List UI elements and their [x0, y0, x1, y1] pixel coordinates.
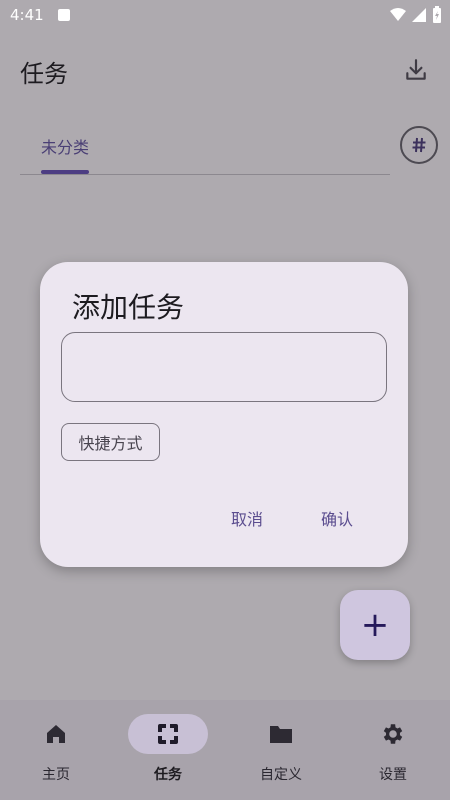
nav-label-tasks: 任务 — [154, 767, 182, 783]
category-hash-button[interactable] — [400, 126, 438, 164]
add-task-fab[interactable]: + — [340, 590, 410, 660]
folder-icon — [270, 726, 292, 743]
tab-label: 未分类 — [40, 138, 89, 157]
tabs-divider — [20, 174, 390, 175]
nav-item-home[interactable]: 主页 — [0, 700, 112, 800]
confirm-button[interactable]: 确认 — [321, 506, 353, 530]
page-title: 任务 — [20, 60, 68, 88]
home-icon — [47, 725, 65, 743]
tab-row: 未分类 — [20, 120, 390, 176]
dialog-title: 添加任务 — [72, 291, 185, 324]
task-icon — [157, 723, 179, 745]
battery-icon — [433, 6, 441, 23]
cancel-button[interactable]: 取消 — [231, 506, 263, 530]
app-bar: 任务 — [0, 48, 450, 96]
hash-icon — [412, 137, 426, 153]
task-input[interactable] — [61, 332, 387, 402]
signal-icon — [412, 8, 426, 22]
nav-item-custom[interactable]: 自定义 — [225, 700, 337, 800]
plus-icon: + — [360, 605, 390, 645]
download-button[interactable] — [400, 54, 432, 86]
status-bar: 4:41 — [0, 0, 450, 30]
nav-label-home: 主页 — [42, 767, 70, 783]
nav-item-tasks[interactable]: 任务 — [112, 700, 224, 800]
notification-a-icon — [58, 9, 70, 21]
wifi-icon — [390, 8, 406, 21]
shortcut-button[interactable]: 快捷方式 — [61, 423, 160, 461]
status-time: 4:41 — [10, 6, 44, 24]
nav-label-custom: 自定义 — [260, 767, 302, 783]
add-task-dialog: 添加任务 快捷方式 取消 确认 — [40, 262, 408, 567]
bottom-nav: 主页 任务 自定义 设置 — [0, 700, 450, 800]
settings-icon — [383, 724, 403, 744]
nav-item-settings[interactable]: 设置 — [337, 700, 449, 800]
system-icons — [390, 6, 442, 24]
nav-label-settings: 设置 — [379, 767, 407, 783]
tab-uncategorized[interactable]: 未分类 — [20, 120, 110, 172]
download-icon — [406, 59, 426, 80]
